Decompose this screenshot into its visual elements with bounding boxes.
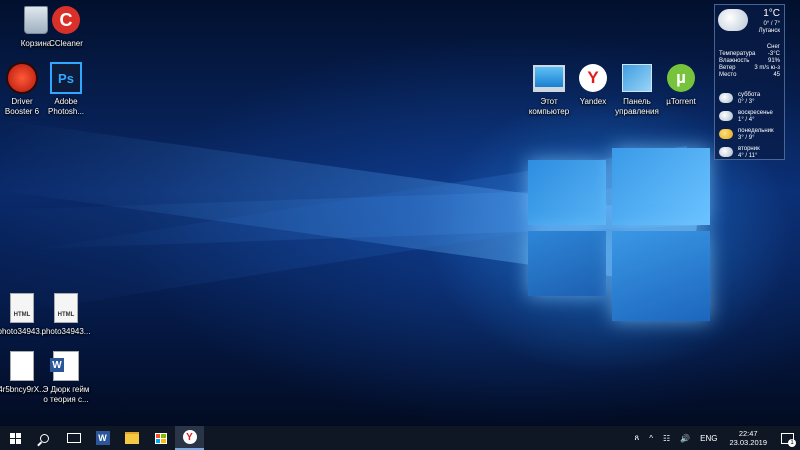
start-button[interactable] xyxy=(0,426,30,450)
windows-logo-pane xyxy=(528,160,606,225)
notification-badge: 1 xyxy=(788,439,796,447)
show-hidden-icons-button[interactable]: ^ xyxy=(644,426,658,450)
volume-icon: 🔊 xyxy=(680,433,691,443)
clock-time: 22:47 xyxy=(738,429,758,438)
chevron-up-icon: ^ xyxy=(649,433,653,443)
weather-detail-row: Влажность 91% xyxy=(719,58,780,64)
ccleaner-icon: C xyxy=(50,4,82,36)
windows-logo-icon xyxy=(9,432,21,444)
desktop-icon-html-file[interactable]: HTML photo34943... xyxy=(30,292,102,337)
task-view-icon xyxy=(66,433,81,443)
forecast-item: суббота 0° / 3° xyxy=(719,91,780,109)
task-view-button[interactable] xyxy=(59,426,88,450)
snow-cloud-icon xyxy=(719,93,733,103)
sun-cloud-icon xyxy=(719,129,733,139)
taskbar-store-button[interactable] xyxy=(146,426,175,450)
weather-detail-row: Ветер 3 m/s ю-з xyxy=(719,65,780,71)
network-button[interactable]: ☷ xyxy=(658,426,675,450)
snow-cloud-icon xyxy=(719,111,733,121)
taskbar: W Y ጸ ^ ☷ 🔊 ENG 22:47 23.03.2019 1 xyxy=(0,426,800,450)
volume-button[interactable]: 🔊 xyxy=(675,426,695,450)
search-icon xyxy=(40,433,49,443)
store-icon xyxy=(154,432,167,444)
folder-icon xyxy=(124,432,139,444)
weather-detail-row: Место 45 xyxy=(719,72,780,78)
weather-city: Луганск xyxy=(758,28,780,34)
desktop-icon-ccleaner[interactable]: C CCleaner xyxy=(30,4,102,49)
html-file-icon: HTML xyxy=(50,292,82,324)
yandex-icon: Y xyxy=(182,430,197,444)
desktop-icon-word-doc[interactable]: W Э Дюрк гейм о теория с... xyxy=(30,350,102,405)
windows-logo-pane xyxy=(612,148,710,225)
people-button[interactable]: ጸ xyxy=(630,426,645,450)
taskbar-word-button[interactable]: W xyxy=(88,426,117,450)
weather-detail-row: Температура -3°C xyxy=(719,51,780,57)
word-document-icon: W xyxy=(50,350,82,382)
forecast-item: вторник 4° / 11° xyxy=(719,145,780,163)
windows-logo-pane xyxy=(528,231,606,296)
clock-date: 23.03.2019 xyxy=(729,438,767,447)
temperature-range: 0° / 7° xyxy=(763,21,780,27)
language-indicator[interactable]: ENG xyxy=(695,426,722,450)
weather-gadget[interactable]: 1°C 0° / 7° Луганск Снег Температура -3°C… xyxy=(714,4,785,160)
current-temperature: 1°C xyxy=(763,8,780,19)
snow-cloud-icon xyxy=(718,9,748,31)
utorrent-icon: µ xyxy=(665,62,697,94)
desktop-icon-photoshop[interactable]: Ps Adobe Photosh... xyxy=(30,62,102,117)
forecast-item: понедельник 3° / 9° xyxy=(719,127,780,145)
cloud-icon xyxy=(719,147,733,157)
desktop: Корзина C CCleaner Driver Booster 6 Ps Ad… xyxy=(0,0,800,426)
desktop-icon-utorrent[interactable]: µ µTorrent xyxy=(645,62,717,107)
taskbar-yandex-button[interactable]: Y xyxy=(175,426,204,450)
weather-condition: Снег xyxy=(766,44,780,50)
action-center-button[interactable]: 1 xyxy=(774,426,800,450)
photoshop-icon: Ps xyxy=(50,62,82,94)
people-icon: ጸ xyxy=(634,433,640,442)
taskbar-explorer-button[interactable] xyxy=(117,426,146,450)
clock[interactable]: 22:47 23.03.2019 xyxy=(722,429,774,447)
network-icon: ☷ xyxy=(662,433,671,443)
forecast-item: воскресенье 1° / 4° xyxy=(719,109,780,127)
windows-logo-pane xyxy=(612,231,710,321)
word-icon: W xyxy=(95,431,110,445)
search-button[interactable] xyxy=(30,426,59,450)
system-tray: ጸ ^ ☷ 🔊 ENG 22:47 23.03.2019 1 xyxy=(630,426,800,450)
